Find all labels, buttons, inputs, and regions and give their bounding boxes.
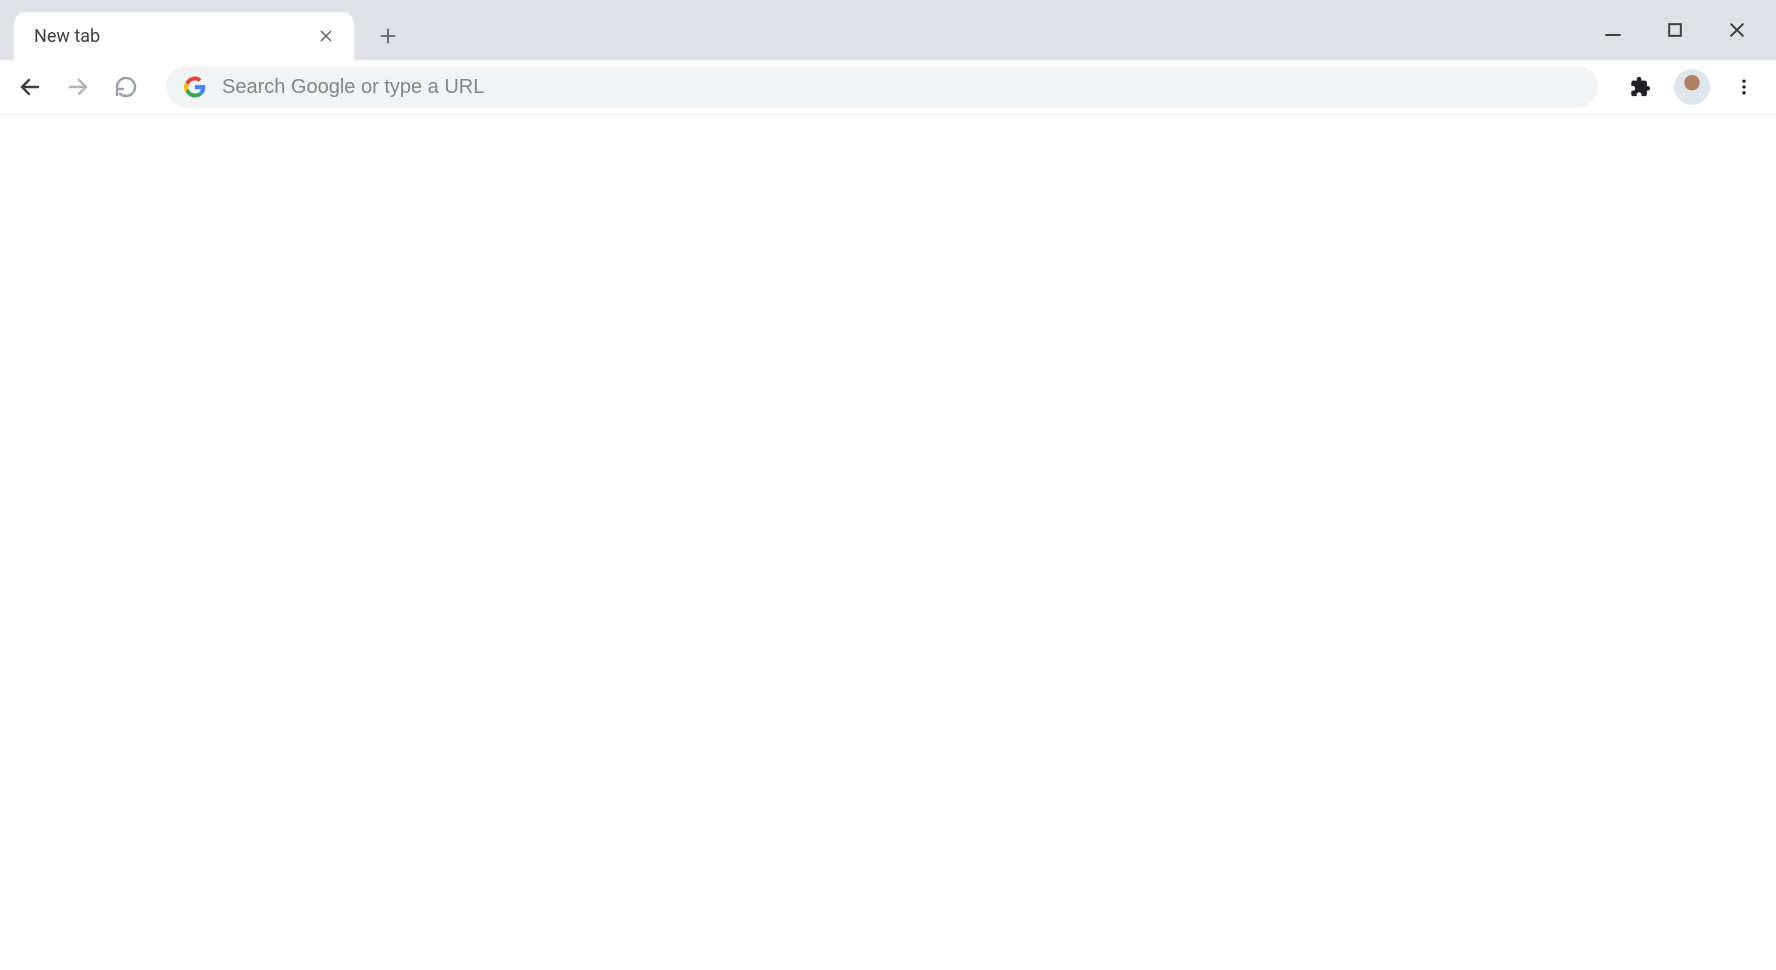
close-icon <box>318 28 334 44</box>
puzzle-icon <box>1629 76 1651 98</box>
toolbar <box>0 60 1776 115</box>
profile-avatar-button[interactable] <box>1674 69 1710 105</box>
close-window-button[interactable] <box>1720 13 1754 47</box>
back-button[interactable] <box>8 65 52 109</box>
close-icon <box>1727 20 1747 40</box>
tab-title: New tab <box>34 26 312 47</box>
plus-icon <box>378 26 398 46</box>
browser-menu-button[interactable] <box>1724 67 1764 107</box>
tab-new-tab[interactable]: New tab <box>14 12 354 60</box>
google-g-icon <box>184 76 206 98</box>
close-tab-button[interactable] <box>312 22 340 50</box>
maximize-icon <box>1665 20 1685 40</box>
page-content <box>0 115 1776 970</box>
omnibox[interactable] <box>166 66 1598 108</box>
new-tab-button[interactable] <box>368 16 408 56</box>
arrow-left-icon <box>18 75 42 99</box>
reload-button[interactable] <box>104 65 148 109</box>
tab-strip: New tab <box>0 0 1776 60</box>
minimize-icon <box>1603 20 1623 40</box>
address-search-input[interactable] <box>220 75 1580 100</box>
minimize-button[interactable] <box>1596 13 1630 47</box>
extensions-button[interactable] <box>1620 67 1660 107</box>
reload-icon <box>114 75 138 99</box>
arrow-right-icon <box>66 75 90 99</box>
forward-button <box>56 65 100 109</box>
maximize-button[interactable] <box>1658 13 1692 47</box>
kebab-menu-icon <box>1734 77 1754 97</box>
window-controls <box>1596 0 1770 60</box>
toolbar-right <box>1620 67 1764 107</box>
